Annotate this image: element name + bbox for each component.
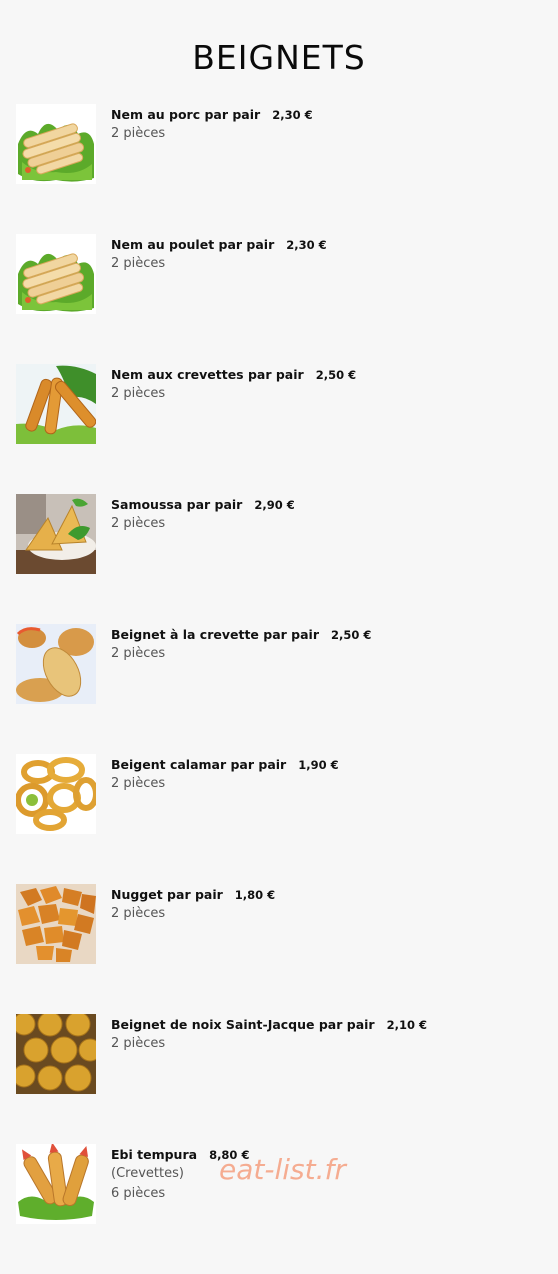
item-info: Nem aux crevettes par pair 2,50 € 2 pièce… [111,366,531,404]
item-quantity: 2 pièces [111,126,166,141]
item-info: Samoussa par pair 2,90 € 2 pièces [111,496,531,534]
calamari-rings-image [16,754,96,834]
chicken-nuggets-image [16,884,96,964]
item-price: 2,90 € [254,498,295,512]
item-name: Beignet à la crevette par pair [111,627,319,642]
item-quantity: 2 pièces [111,386,166,401]
item-name: Nem aux crevettes par pair [111,367,304,382]
item-price: 2,50 € [315,368,357,382]
item-quantity: 2 pièces [111,1036,166,1051]
shrimp-fritters-image [16,624,96,704]
item-name: Nem au poulet par pair [111,237,275,252]
menu-item[interactable]: Beignet à la crevette par pair 2,50 € 2 p… [16,624,546,754]
item-name: Nem au porc par pair [111,107,261,122]
item-quantity: 2 pièces [111,516,166,531]
item-price: 2,50 € [331,628,372,642]
item-quantity: 2 pièces [111,776,166,791]
menu-list: Nem au porc par pair 2,30 € 2 pièces Nem … [16,104,546,1274]
menu-item[interactable]: Nem au porc par pair 2,30 € 2 pièces [16,104,546,234]
item-price: 1,80 € [234,888,276,902]
spring-rolls-image [16,234,96,314]
item-quantity: 2 pièces [111,256,166,271]
item-quantity: 6 pièces [111,1186,166,1201]
item-info: Beigent calamar par pair 1,90 € 2 pièces [111,756,531,794]
item-name: Nugget par pair [111,887,223,902]
menu-item[interactable]: Nugget par pair 1,80 € 2 pièces [16,884,546,1014]
menu-item[interactable]: Beignet de noix Saint-Jacque par pair 2,1… [16,1014,546,1144]
item-quantity: 2 pièces [111,906,166,921]
item-info: Nem au porc par pair 2,30 € 2 pièces [111,106,531,144]
item-info: Nem au poulet par pair 2,30 € 2 pièces [111,236,531,274]
item-quantity: 2 pièces [111,646,166,661]
item-info: Beignet à la crevette par pair 2,50 € 2 p… [111,626,531,664]
item-price: 2,10 € [386,1018,427,1032]
menu-item[interactable]: Samoussa par pair 2,90 € 2 pièces [16,494,546,624]
item-info: Nugget par pair 1,80 € 2 pièces [111,886,531,924]
item-price: 2,30 € [286,238,327,252]
samosa-image [16,494,96,574]
item-name: Samoussa par pair [111,497,243,512]
menu-item[interactable]: Nem aux crevettes par pair 2,50 € 2 pièce… [16,364,546,494]
shrimp-tempura-image [16,1144,96,1224]
menu-item[interactable]: Beigent calamar par pair 1,90 € 2 pièces [16,754,546,884]
item-name: Ebi tempura [111,1147,198,1162]
scallop-fritters-image [16,1014,96,1094]
item-price: 1,90 € [298,758,339,772]
item-info: Beignet de noix Saint-Jacque par pair 2,1… [111,1016,531,1054]
item-price: 2,30 € [272,108,313,122]
item-name: Beigent calamar par pair [111,757,287,772]
item-name: Beignet de noix Saint-Jacque par pair [111,1017,375,1032]
page-title: BEIGNETS [192,38,366,77]
watermark: eat-list.fr [219,1153,346,1186]
menu-item[interactable]: Nem au poulet par pair 2,30 € 2 pièces [16,234,546,364]
spring-rolls-image [16,104,96,184]
fried-spring-rolls-image [16,364,96,444]
